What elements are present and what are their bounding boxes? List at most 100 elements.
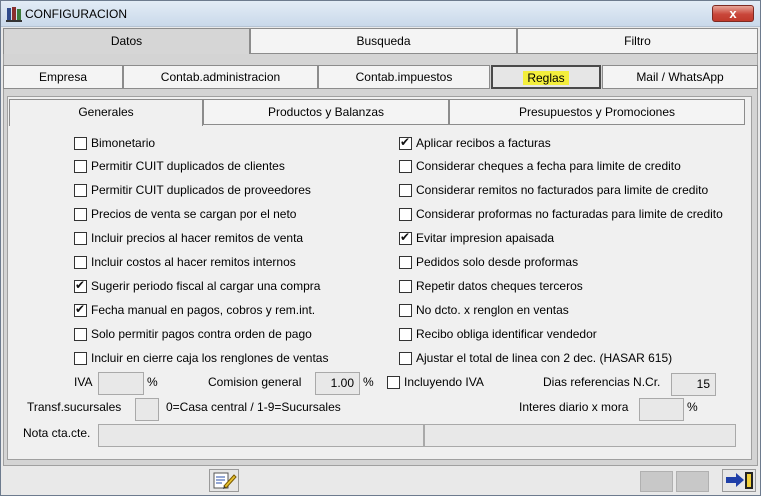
interes-input[interactable]	[639, 398, 684, 421]
tab-presupuestos-promociones[interactable]: Presupuestos y Promociones	[449, 99, 745, 125]
option-label: Solo permitir pagos contra orden de pago	[91, 327, 312, 341]
tab-reglas[interactable]: Reglas	[491, 65, 601, 89]
checkmark-icon: ✔	[75, 277, 86, 292]
tab-generales[interactable]: Generales	[9, 99, 203, 126]
option-label: Considerar proformas no facturadas para …	[416, 207, 723, 221]
inner-tabs: Generales Productos y Balanzas Presupues…	[9, 99, 750, 126]
tab-contab-administracion[interactable]: Contab.administracion	[123, 65, 318, 89]
checkbox[interactable]	[399, 279, 412, 293]
option-remitos-no-facturados[interactable]: Considerar remitos no facturados para li…	[399, 182, 708, 198]
option-incluyendo-iva[interactable]: Incluyendo IVA	[387, 374, 484, 390]
option-aplicar-recibos[interactable]: ✔ Aplicar recibos a facturas	[399, 135, 551, 151]
checkmark-icon: ✔	[400, 229, 411, 244]
checkbox[interactable]	[74, 159, 87, 173]
option-evitar-apaisada[interactable]: ✔ Evitar impresion apaisada	[399, 230, 554, 246]
tab-filtro-label: Filtro	[624, 34, 651, 48]
option-cierre-caja[interactable]: Incluir en cierre caja los renglones de …	[74, 350, 328, 366]
checkbox[interactable]: ✔	[74, 301, 87, 317]
tab-empresa[interactable]: Empresa	[3, 65, 123, 89]
option-no-dcto-renglon[interactable]: No dcto. x renglon en ventas	[399, 302, 569, 318]
edit-config-icon	[213, 472, 237, 489]
checkbox[interactable]	[74, 327, 87, 341]
checkbox[interactable]	[399, 255, 412, 269]
option-label: Precios de venta se cargan por el neto	[91, 207, 297, 221]
checkbox[interactable]	[387, 375, 400, 389]
nota-input-2[interactable]	[424, 424, 736, 447]
title-bar[interactable]: CONFIGURACION x	[1, 1, 760, 27]
iva-label: IVA	[74, 375, 93, 389]
tab-mail-whatsapp-label: Mail / WhatsApp	[636, 70, 724, 84]
option-label: Considerar remitos no facturados para li…	[416, 183, 709, 197]
checkbox[interactable]	[399, 159, 412, 173]
checkbox[interactable]	[74, 351, 87, 365]
option-cuit-dup-proveedores[interactable]: Permitir CUIT duplicados de proveedores	[74, 182, 311, 198]
option-recibo-vendedor[interactable]: Recibo obliga identificar vendedor	[399, 326, 597, 342]
checkbox[interactable]	[74, 255, 87, 269]
option-pedidos-proformas[interactable]: Pedidos solo desde proformas	[399, 254, 578, 270]
option-proformas-no-facturadas[interactable]: Considerar proformas no facturadas para …	[399, 206, 723, 222]
checkbox[interactable]: ✔	[74, 277, 87, 293]
tab-datos-label: Datos	[110, 34, 143, 48]
close-button[interactable]: x	[712, 5, 754, 22]
checkbox[interactable]: ✔	[399, 229, 412, 245]
tab-contab-impuestos[interactable]: Contab.impuestos	[318, 65, 490, 89]
tab-busqueda-label: Busqueda	[356, 34, 411, 48]
nota-label: Nota cta.cte.	[23, 426, 91, 440]
dias-input[interactable]: 15	[671, 373, 716, 396]
tab-empresa-label: Empresa	[38, 70, 88, 84]
option-label: Incluir en cierre caja los renglones de …	[91, 351, 329, 365]
checkbox[interactable]: ✔	[399, 134, 412, 150]
option-bimonetario[interactable]: Bimonetario	[74, 135, 155, 151]
interes-label: Interes diario x mora	[519, 400, 629, 414]
checkbox[interactable]	[399, 183, 412, 197]
checkbox[interactable]	[74, 207, 87, 221]
edit-config-button[interactable]	[209, 469, 239, 492]
option-costos-remitos[interactable]: Incluir costos al hacer remitos internos	[74, 254, 296, 270]
iva-unit: %	[147, 375, 158, 389]
interes-unit: %	[687, 400, 698, 414]
checkmark-icon: ✔	[75, 301, 86, 316]
checkbox[interactable]	[399, 327, 412, 341]
option-label: Recibo obliga identificar vendedor	[416, 327, 597, 341]
option-label: Considerar cheques a fecha para limite d…	[416, 159, 681, 173]
option-ajustar-total[interactable]: Ajustar el total de linea con 2 dec. (HA…	[399, 350, 672, 366]
option-fecha-manual[interactable]: ✔ Fecha manual en pagos, cobros y rem.int…	[74, 302, 315, 318]
checkbox[interactable]	[399, 207, 412, 221]
checkbox[interactable]	[399, 303, 412, 317]
option-label: Incluir precios al hacer remitos de vent…	[91, 231, 304, 245]
dias-label: Dias referencias N.Cr.	[543, 375, 661, 389]
option-cuit-dup-clientes[interactable]: Permitir CUIT duplicados de clientes	[74, 158, 285, 174]
option-cheques-fecha[interactable]: Considerar cheques a fecha para limite d…	[399, 158, 681, 174]
tab-contab-impuestos-label: Contab.impuestos	[355, 70, 453, 84]
checkbox[interactable]	[74, 231, 87, 245]
checkbox[interactable]	[74, 136, 87, 150]
tab-datos[interactable]: Datos	[3, 28, 250, 55]
tab-presupuestos-promociones-label: Presupuestos y Promociones	[518, 105, 676, 119]
option-label: Bimonetario	[91, 136, 156, 150]
option-periodo-fiscal[interactable]: ✔ Sugerir periodo fiscal al cargar una co…	[74, 278, 320, 294]
transf-input[interactable]	[135, 398, 159, 421]
exit-button[interactable]	[722, 469, 756, 492]
nota-input-1[interactable]	[98, 424, 424, 447]
transf-hint: 0=Casa central / 1-9=Sucursales	[166, 400, 341, 414]
checkbox[interactable]	[399, 351, 412, 365]
option-precios-remitos[interactable]: Incluir precios al hacer remitos de vent…	[74, 230, 303, 246]
checkbox[interactable]	[74, 183, 87, 197]
tab-generales-label: Generales	[78, 105, 134, 119]
comision-input[interactable]: 1.00	[315, 372, 360, 395]
option-repetir-cheques[interactable]: Repetir datos cheques terceros	[399, 278, 583, 294]
checkmark-icon: ✔	[400, 134, 411, 149]
tab-filtro[interactable]: Filtro	[517, 28, 758, 54]
tab-mail-whatsapp[interactable]: Mail / WhatsApp	[602, 65, 758, 89]
option-precios-neto[interactable]: Precios de venta se cargan por el neto	[74, 206, 296, 222]
exit-icon	[726, 472, 753, 489]
comision-label: Comision general	[208, 375, 302, 389]
option-pagos-orden[interactable]: Solo permitir pagos contra orden de pago	[74, 326, 312, 342]
iva-input[interactable]	[98, 372, 144, 395]
tab-productos-balanzas[interactable]: Productos y Balanzas	[203, 99, 449, 125]
transf-label: Transf.sucursales	[27, 400, 122, 414]
tab-busqueda[interactable]: Busqueda	[250, 28, 517, 54]
option-label: Fecha manual en pagos, cobros y rem.int.	[91, 303, 316, 317]
option-label: Evitar impresion apaisada	[416, 231, 555, 245]
status-bar	[3, 469, 758, 494]
